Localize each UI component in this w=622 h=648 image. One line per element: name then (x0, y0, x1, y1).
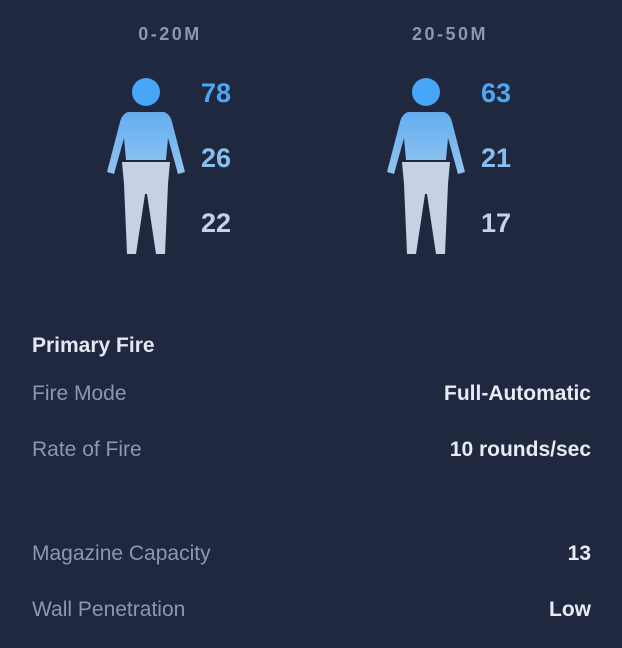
fire-mode-row: Fire Mode Full-Automatic (32, 379, 591, 409)
figure-head (132, 78, 160, 106)
damage-range-0-20m: 0-20M 78 26 22 (90, 0, 350, 290)
magazine-capacity-value: 13 (567, 542, 591, 565)
fire-mode-value: Full-Automatic (444, 382, 591, 405)
range-label: 0-20M (138, 24, 202, 44)
wall-penetration-row: Wall Penetration Low (32, 595, 591, 625)
head-damage: 63 (481, 78, 512, 108)
body-figure-icon (387, 78, 465, 254)
rate-of-fire-row: Rate of Fire 10 rounds/sec (32, 435, 591, 465)
fire-mode-label: Fire Mode (32, 382, 127, 405)
figure-head (412, 78, 440, 106)
magazine-capacity-row: Magazine Capacity 13 (32, 539, 591, 569)
range-label: 20-50M (411, 24, 489, 44)
body-figure-icon (107, 78, 185, 254)
legs-damage: 17 (481, 208, 512, 238)
body-damage: 26 (201, 143, 232, 173)
wall-penetration-label: Wall Penetration (32, 598, 186, 621)
head-damage: 78 (201, 78, 232, 108)
figure-legs (122, 162, 170, 254)
primary-fire-title: Primary Fire (32, 334, 155, 357)
figure-legs (402, 162, 450, 254)
damage-range-20-50m: 20-50M 63 21 17 (370, 0, 622, 290)
legs-damage: 22 (201, 208, 232, 238)
magazine-capacity-label: Magazine Capacity (32, 542, 211, 565)
rate-of-fire-label: Rate of Fire (32, 438, 142, 461)
rate-of-fire-value: 10 rounds/sec (449, 438, 591, 461)
wall-penetration-value: Low (549, 598, 591, 621)
body-damage: 21 (481, 143, 512, 173)
